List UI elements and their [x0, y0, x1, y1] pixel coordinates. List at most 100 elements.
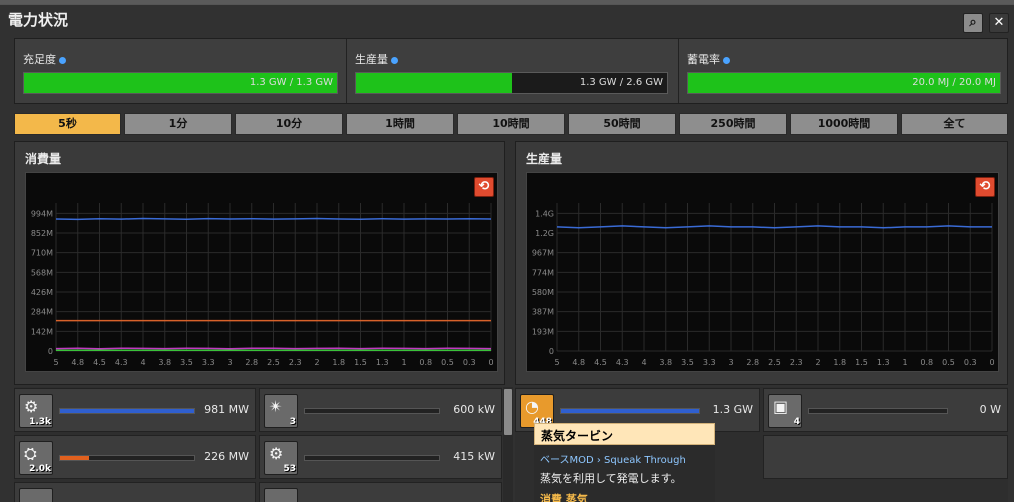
- item-value: 226 MW: [204, 450, 249, 463]
- info-icon[interactable]: [391, 56, 398, 64]
- consumption-panel: 消費量 0 142M 284M 426M 568M 710M 852M 994M 5 4.8 4.5…: [14, 141, 505, 385]
- x-tick-label: 0: [989, 358, 994, 367]
- x-tick-label: 5: [53, 358, 58, 367]
- x-tick-label: 2.8: [746, 358, 759, 367]
- x-tick-label: 4.8: [572, 358, 585, 367]
- tooltip-title: 蒸気タービン: [534, 423, 715, 445]
- x-tick-label: 3.8: [158, 358, 171, 367]
- close-icon: ✕: [993, 15, 1005, 30]
- production-bar: [808, 408, 948, 414]
- y-tick-label: 193M: [532, 327, 554, 336]
- machine-icon: ⚙ 53: [264, 441, 298, 475]
- production-title: 生産量: [526, 152, 563, 166]
- series-line: [55, 347, 492, 350]
- search-icon: ⌕: [969, 15, 977, 30]
- x-tick-label: 4.5: [93, 358, 106, 367]
- x-tick-label: 4.8: [71, 358, 84, 367]
- item-value: 1.3 GW: [712, 403, 753, 416]
- y-tick-label: 580M: [532, 288, 554, 297]
- stat-label: 充足度: [23, 53, 56, 66]
- info-icon[interactable]: [723, 56, 730, 64]
- bar-value: 20.0 MJ / 20.0 MJ: [912, 77, 996, 88]
- tab-5s[interactable]: 5秒: [14, 113, 121, 135]
- y-tick-label: 142M: [31, 327, 53, 336]
- x-tick-label: 1.8: [833, 358, 846, 367]
- y-tick-label: 967M: [532, 249, 554, 258]
- y-tick-label: 774M: [532, 268, 554, 277]
- tab-10h[interactable]: 10時間: [457, 113, 565, 135]
- x-tick-label: 3: [227, 358, 232, 367]
- y-tick-label: 568M: [31, 268, 53, 277]
- close-button[interactable]: ✕: [989, 13, 1009, 33]
- refresh-icon: ⟲: [478, 179, 490, 194]
- tab-all[interactable]: 全て: [901, 113, 1008, 135]
- item-value: 415 kW: [453, 450, 495, 463]
- consumer-item-partial[interactable]: [14, 482, 256, 502]
- x-tick-label: 0: [488, 358, 493, 367]
- item-count: 53: [283, 464, 296, 474]
- tab-1m[interactable]: 1分: [124, 113, 232, 135]
- machine-icon: ⛭ 2.0k: [19, 441, 53, 475]
- x-tick-label: 1.8: [332, 358, 345, 367]
- x-tick-label: 1: [401, 358, 406, 367]
- stat-production: 生産量 1.3 GW / 2.6 GW: [347, 39, 678, 103]
- consumer-list: ⚙ 1.3k 981 MW ✴ 3 600 kW ⛭ 2.0k 226 MW ⚙ 53 …: [14, 387, 502, 502]
- x-tick-label: 2: [314, 358, 319, 367]
- bar-value: 1.3 GW / 1.3 GW: [249, 77, 333, 88]
- empty-slot: [763, 435, 1008, 479]
- consumer-item[interactable]: ⚙ 53 415 kW: [259, 435, 502, 479]
- x-tick-label: 0.3: [964, 358, 977, 367]
- consumer-item[interactable]: ⚙ 1.3k 981 MW: [14, 388, 256, 432]
- x-tick-label: 3.5: [681, 358, 694, 367]
- x-tick-label: 2.3: [790, 358, 803, 367]
- production-panel: 生産量 0 193M 387M 580M 774M 967M 1.2G 1.4G 5 4.8 4.5…: [515, 141, 1008, 385]
- search-button[interactable]: ⌕: [963, 13, 983, 33]
- item-value: 600 kW: [453, 403, 495, 416]
- reset-zoom-button[interactable]: ⟲: [474, 177, 494, 197]
- tooltip-mod: ベースMOD › Squeak Through: [540, 455, 686, 466]
- tab-250h[interactable]: 250時間: [679, 113, 787, 135]
- y-tick-label: 284M: [31, 308, 53, 317]
- bar-fill: [60, 456, 90, 460]
- x-tick-label: 2: [815, 358, 820, 367]
- x-tick-label: 4.5: [594, 358, 607, 367]
- y-tick-label: 710M: [31, 249, 53, 258]
- stat-label: 生産量: [355, 53, 388, 66]
- x-tick-label: 2.8: [245, 358, 258, 367]
- tab-1h[interactable]: 1時間: [346, 113, 454, 135]
- consumption-bar: [59, 408, 195, 414]
- consumer-scrollbar[interactable]: [503, 387, 513, 502]
- consumer-item[interactable]: ✴ 3 600 kW: [259, 388, 502, 432]
- item-tooltip: 蒸気タービン ベースMOD › Squeak Through 蒸気を利用して発電…: [534, 423, 715, 502]
- producer-item[interactable]: ▣ 4 0 W: [763, 388, 1008, 432]
- consumption-graph: 0 142M 284M 426M 568M 710M 852M 994M 5 4.8 4.5 4.3 4…: [25, 172, 498, 372]
- x-tick-label: 4: [140, 358, 145, 367]
- x-tick-label: 2.5: [267, 358, 280, 367]
- turbine-icon: ◔: [525, 397, 539, 416]
- consumer-item[interactable]: ⛭ 2.0k 226 MW: [14, 435, 256, 479]
- stat-label: 蓄電率: [687, 53, 720, 66]
- x-tick-label: 1.5: [855, 358, 868, 367]
- x-tick-label: 0.3: [463, 358, 476, 367]
- bar-fill: [561, 409, 699, 413]
- item-count: 1.3k: [29, 417, 51, 427]
- info-icon[interactable]: [59, 56, 66, 64]
- power-status-panel: 充足度 1.3 GW / 1.3 GW 生産量 1.3 GW / 2.6 GW …: [14, 38, 1008, 104]
- y-tick-label: 426M: [31, 288, 53, 297]
- y-tick-label: 0: [549, 347, 554, 356]
- tab-10m[interactable]: 10分: [235, 113, 343, 135]
- item-count: 4: [793, 417, 800, 427]
- item-count: 2.0k: [29, 464, 51, 474]
- scroll-thumb[interactable]: [504, 389, 512, 435]
- bar-fill: [356, 73, 512, 93]
- tab-50h[interactable]: 50時間: [568, 113, 676, 135]
- tab-1000h[interactable]: 1000時間: [790, 113, 898, 135]
- gear-icon: ⚙: [24, 397, 39, 416]
- reset-zoom-button[interactable]: ⟲: [975, 177, 995, 197]
- x-tick-label: 3.3: [202, 358, 215, 367]
- x-tick-label: 3.5: [180, 358, 193, 367]
- y-tick-label: 852M: [31, 229, 53, 238]
- consumer-item-partial[interactable]: [259, 482, 502, 502]
- consumption-title: 消費量: [25, 152, 62, 166]
- x-tick-label: 1.3: [376, 358, 389, 367]
